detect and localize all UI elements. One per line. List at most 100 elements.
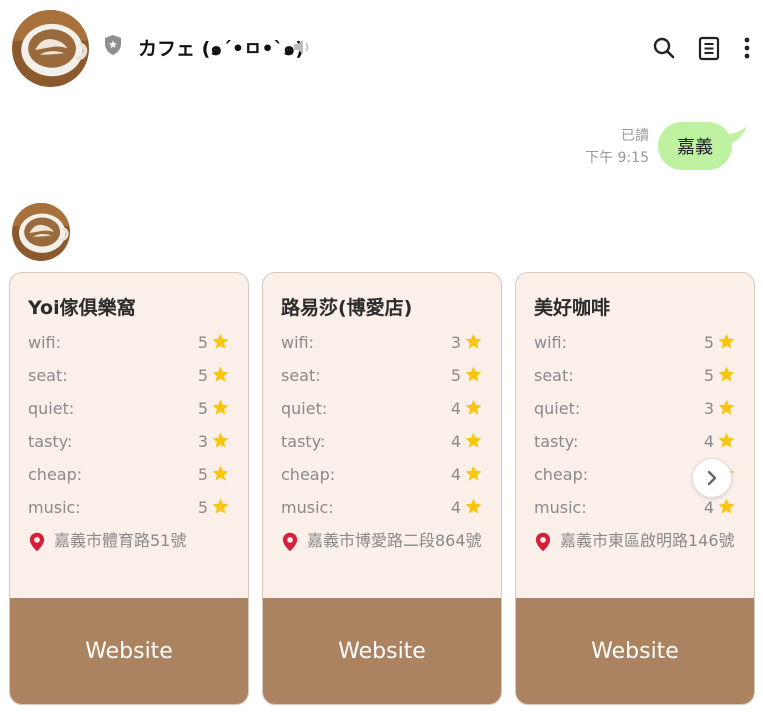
rating-label: music:: [28, 498, 81, 517]
rating-row: seat: 5: [28, 366, 230, 388]
rating-row: cheap: 5: [28, 465, 230, 487]
rating-value: 5: [703, 366, 714, 385]
location-pin-icon: [28, 532, 46, 552]
outgoing-message-bubble[interactable]: 嘉義: [658, 122, 732, 170]
star-icon: [717, 398, 736, 417]
rating-value: 4: [703, 432, 714, 451]
website-button[interactable]: Website: [263, 598, 501, 704]
rating-row: tasty: 3: [28, 432, 230, 454]
rating-value: 5: [197, 333, 208, 352]
rating-label: wifi:: [534, 333, 567, 352]
rating-label: quiet:: [534, 399, 581, 418]
rating-row: seat: 5: [281, 366, 483, 388]
rating-label: music:: [534, 498, 587, 517]
location-pin-icon: [534, 532, 552, 552]
rating-label: tasty:: [281, 432, 326, 451]
cafe-card: 路易莎(博愛店) wifi: 3 seat: 5 quiet: 4 tasty:…: [262, 272, 502, 705]
rating-label: wifi:: [28, 333, 61, 352]
message-meta: 已讀 下午 9:15: [585, 125, 649, 169]
website-button[interactable]: Website: [10, 598, 248, 704]
coffee-latte-icon: [12, 10, 89, 87]
website-button[interactable]: Website: [516, 598, 754, 704]
star-icon: [211, 332, 230, 351]
address-text: 嘉義市博愛路二段864號: [307, 531, 482, 550]
star-icon: [464, 365, 483, 384]
rating-label: quiet:: [281, 399, 328, 418]
rating-value: 4: [450, 498, 461, 517]
cafe-name: Yoi傢俱樂窩: [28, 297, 136, 319]
rating-row: music: 4: [534, 498, 736, 520]
rating-row: quiet: 5: [28, 399, 230, 421]
address-text: 嘉義市東區啟明路146號: [560, 531, 735, 550]
rating-label: seat:: [28, 366, 68, 385]
search-icon[interactable]: [651, 34, 677, 62]
rating-value: 5: [197, 399, 208, 418]
star-icon: [211, 365, 230, 384]
chat-avatar[interactable]: [12, 10, 89, 87]
chevron-right-icon: [707, 470, 717, 486]
location-pin-icon: [281, 532, 299, 552]
star-icon: [211, 398, 230, 417]
rating-label: cheap:: [281, 465, 336, 484]
star-icon: [464, 398, 483, 417]
rating-row: quiet: 3: [534, 399, 736, 421]
cafe-card: Yoi傢俱樂窩 wifi: 5 seat: 5 quiet: 5 tasty: …: [9, 272, 249, 705]
rating-value: 5: [450, 366, 461, 385]
rating-row: quiet: 4: [281, 399, 483, 421]
rating-label: quiet:: [28, 399, 75, 418]
rating-value: 5: [197, 465, 208, 484]
star-icon: [464, 431, 483, 450]
rating-label: cheap:: [534, 465, 589, 484]
rating-label: seat:: [281, 366, 321, 385]
speaker-muted-icon: [294, 40, 309, 54]
coffee-latte-icon: [12, 203, 70, 261]
star-icon: [211, 431, 230, 450]
rating-value: 5: [703, 333, 714, 352]
rating-label: seat:: [534, 366, 574, 385]
rating-value: 4: [450, 432, 461, 451]
star-icon: [211, 464, 230, 483]
rating-row: wifi: 5: [28, 333, 230, 355]
cafe-name: 美好咖啡: [534, 297, 611, 319]
star-icon: [464, 497, 483, 516]
star-icon: [464, 332, 483, 351]
rating-value: 3: [450, 333, 461, 352]
message-text: 嘉義: [677, 137, 713, 158]
bot-avatar[interactable]: [12, 203, 70, 261]
rating-value: 4: [450, 465, 461, 484]
rating-row: cheap: 4: [281, 465, 483, 487]
cafe-name: 路易莎(博愛店): [281, 297, 413, 319]
cafe-address: 嘉義市體育路51號: [28, 529, 233, 553]
rating-label: tasty:: [28, 432, 73, 451]
cafe-address: 嘉義市東區啟明路146號: [534, 529, 739, 553]
rating-label: wifi:: [281, 333, 314, 352]
address-text: 嘉義市體育路51號: [54, 531, 187, 550]
more-vert-icon[interactable]: [734, 34, 760, 62]
read-receipt: 已讀: [621, 128, 649, 144]
star-icon: [717, 365, 736, 384]
shield-icon: [105, 35, 121, 55]
rating-row: wifi: 3: [281, 333, 483, 355]
rating-label: cheap:: [28, 465, 83, 484]
rating-row: tasty: 4: [281, 432, 483, 454]
rating-value: 3: [197, 432, 208, 451]
rating-row: tasty: 4: [534, 432, 736, 454]
rating-row: wifi: 5: [534, 333, 736, 355]
rating-row: music: 4: [281, 498, 483, 520]
carousel-next-button[interactable]: [692, 458, 732, 498]
star-icon: [717, 431, 736, 450]
star-icon: [464, 464, 483, 483]
rating-row: music: 5: [28, 498, 230, 520]
message-time: 下午 9:15: [585, 150, 649, 166]
star-icon: [717, 332, 736, 351]
star-icon: [717, 497, 736, 516]
chat-title: カフェ (๑´•ㅁ•`๑): [138, 38, 304, 60]
rating-value: 5: [197, 498, 208, 517]
cafe-address: 嘉義市博愛路二段864號: [281, 529, 486, 553]
rating-value: 5: [197, 366, 208, 385]
rating-label: music:: [281, 498, 334, 517]
rating-row: seat: 5: [534, 366, 736, 388]
note-icon[interactable]: [696, 34, 722, 62]
rating-value: 4: [703, 498, 714, 517]
chat-header: カフェ (๑´•ㅁ•`๑): [0, 0, 763, 98]
